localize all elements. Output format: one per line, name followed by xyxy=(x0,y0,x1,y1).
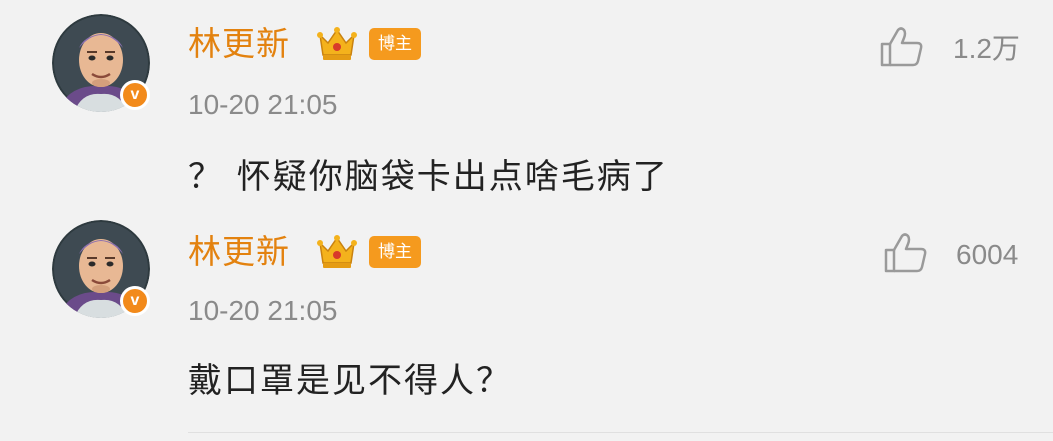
like-count: 1.2万 xyxy=(953,33,1020,64)
thumbs-up-icon[interactable] xyxy=(879,26,925,68)
avatar[interactable]: v xyxy=(52,14,150,112)
comment-text: ？ 怀疑你脑袋卡出点啥毛病了 xyxy=(188,157,669,197)
divider xyxy=(188,432,1053,433)
crown-icon xyxy=(317,27,357,60)
comment-item: v 林更新 博主 6004 10-20 21:05 戴口罩是见不得人？ xyxy=(0,220,1053,441)
blogger-badge: 博主 xyxy=(369,236,421,268)
crown-icon xyxy=(317,235,357,268)
verified-v-icon: v xyxy=(120,286,150,316)
avatar[interactable]: v xyxy=(52,220,150,318)
thumbs-up-icon[interactable] xyxy=(883,232,929,274)
comment-text: 戴口罩是见不得人？ xyxy=(188,361,512,401)
timestamp: 10-20 21:05 xyxy=(188,295,338,326)
comment-item: v 林更新 博主 1.2万 10-20 21:05 ？ 怀疑你脑袋卡出点啥毛病了 xyxy=(0,0,1053,220)
username[interactable]: 林更新 xyxy=(188,232,290,272)
verified-v-icon: v xyxy=(120,80,150,110)
timestamp: 10-20 21:05 xyxy=(188,89,338,120)
blogger-badge: 博主 xyxy=(369,28,421,60)
like-count: 6004 xyxy=(956,239,1019,270)
username[interactable]: 林更新 xyxy=(188,24,290,64)
